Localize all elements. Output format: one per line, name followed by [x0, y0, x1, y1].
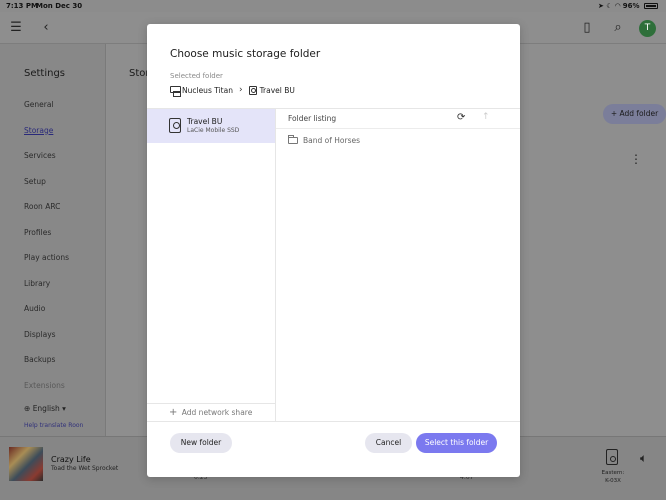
breadcrumb-drive[interactable]: Travel BU: [260, 86, 295, 95]
refresh-icon[interactable]: ⟳: [457, 112, 465, 123]
folder-item[interactable]: Band of Horses: [276, 131, 520, 151]
cancel-button[interactable]: Cancel: [365, 433, 412, 453]
sidebar-item-displays[interactable]: Displays: [24, 330, 69, 356]
new-folder-button[interactable]: New folder: [170, 433, 232, 453]
chevron-right-icon: ›: [238, 85, 243, 95]
sidebar-item-storage[interactable]: Storage: [24, 126, 69, 152]
speaker-icon[interactable]: [606, 449, 618, 465]
folder-listing-header: Folder listing ⟳ ↑: [276, 109, 520, 129]
sidebar-item-play-actions[interactable]: Play actions: [24, 253, 69, 279]
status-date: Mon Dec 30: [36, 2, 83, 10]
sidebar-item-roon-arc[interactable]: Roon ARC: [24, 202, 69, 228]
breadcrumb-device[interactable]: Nucleus Titan: [182, 86, 233, 95]
sidebar-item-extensions[interactable]: Extensions: [24, 381, 69, 407]
nucleus-icon: [170, 85, 181, 97]
track-artist[interactable]: Toad the Wet Sprocket: [51, 465, 118, 472]
language-label: English: [32, 404, 60, 413]
folder-listing-pane: Folder listing ⟳ ↑ Band of Horses: [276, 108, 520, 421]
back-icon[interactable]: ‹: [38, 20, 54, 36]
help-translate-link[interactable]: Help translate Roon: [24, 422, 83, 429]
status-bar: 7:13 PM Mon Dec 30 ➤ ☾ ◠ 96%: [0, 0, 666, 12]
add-folder-label: Add folder: [619, 109, 659, 118]
add-folder-button[interactable]: + Add folder: [603, 104, 666, 124]
add-network-share-button[interactable]: + Add network share: [147, 403, 275, 422]
zone-device: K-03X: [605, 478, 621, 484]
drive-name: Travel BU: [187, 117, 223, 126]
dialog-title: Choose music storage folder: [170, 48, 321, 60]
album-art[interactable]: [9, 447, 43, 481]
hard-drive-icon: [169, 118, 181, 133]
sidebar-item-library[interactable]: Library: [24, 279, 69, 305]
add-network-share-label: Add network share: [181, 408, 253, 417]
arrow-up-icon[interactable]: ↑: [482, 112, 490, 122]
hamburger-icon[interactable]: ☰: [8, 20, 24, 36]
moon-icon: ☾: [606, 2, 613, 10]
drive-subtitle: LaCie Mobile SSD: [187, 127, 240, 134]
sidebar-item-general[interactable]: General: [24, 100, 69, 126]
dialog-footer: New folder Cancel Select this folder: [147, 421, 520, 477]
track-title[interactable]: Crazy Life: [51, 455, 91, 464]
sidebar-item-backups[interactable]: Backups: [24, 355, 69, 381]
status-right: ➤ ☾ ◠ 96%: [598, 2, 658, 10]
plus-icon: +: [610, 109, 618, 118]
folder-icon: [288, 135, 298, 144]
choose-folder-dialog: Choose music storage folder Selected fol…: [147, 24, 520, 477]
language-selector[interactable]: ⊕ English ▾: [24, 404, 66, 413]
location-icon: ➤: [597, 2, 604, 10]
selected-folder-label: Selected folder: [170, 72, 223, 80]
globe-icon: ⊕: [24, 404, 31, 413]
search-icon[interactable]: ⌕: [610, 20, 626, 36]
wifi-icon: ◠: [614, 2, 621, 10]
breadcrumb: Nucleus Titan › Travel BU: [170, 85, 295, 97]
volume-icon[interactable]: 🔈︎: [640, 451, 647, 466]
battery-icon: [644, 3, 658, 9]
sidebar-item-setup[interactable]: Setup: [24, 177, 69, 203]
settings-sidebar: Settings General Storage Services Setup …: [0, 44, 106, 436]
chevron-down-icon: ▾: [62, 404, 66, 413]
drive-list: Travel BU LaCie Mobile SSD + Add network…: [147, 108, 276, 421]
drive-item-travel-bu[interactable]: Travel BU LaCie Mobile SSD: [147, 109, 275, 143]
zone-name: Eastern:: [601, 470, 625, 476]
folder-name: Band of Horses: [303, 136, 360, 145]
bookmark-icon[interactable]: ▯: [579, 20, 595, 36]
battery-percent: 96%: [622, 2, 640, 10]
zone-label[interactable]: Eastern: K-03X: [596, 469, 630, 485]
drive-icon: [248, 85, 257, 95]
avatar[interactable]: T: [639, 20, 656, 37]
status-time: 7:13 PM: [6, 2, 38, 10]
select-folder-button[interactable]: Select this folder: [416, 433, 497, 453]
folder-listing-label: Folder listing: [288, 114, 337, 123]
settings-heading: Settings: [24, 68, 66, 79]
settings-nav: General Storage Services Setup Roon ARC …: [24, 100, 69, 406]
more-options-icon[interactable]: ⋮: [630, 152, 642, 166]
sidebar-item-audio[interactable]: Audio: [24, 304, 69, 330]
sidebar-item-services[interactable]: Services: [24, 151, 69, 177]
sidebar-item-profiles[interactable]: Profiles: [24, 228, 69, 254]
plus-icon: +: [169, 407, 178, 418]
